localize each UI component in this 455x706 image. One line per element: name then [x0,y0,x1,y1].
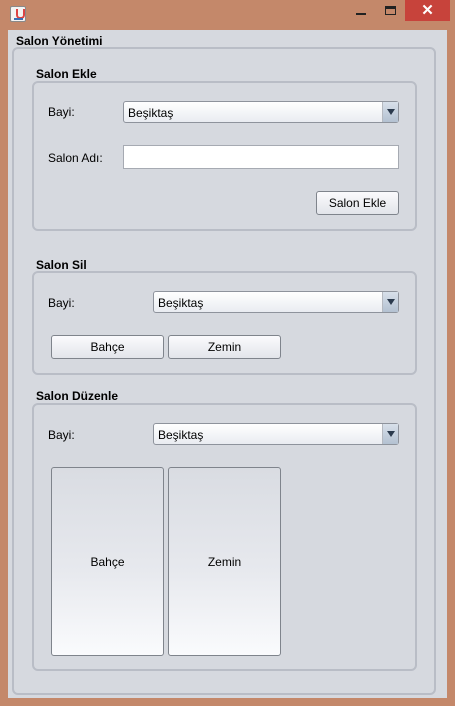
java-app-icon [10,6,26,22]
salon-sil-bahce-label: Bahçe [90,340,125,354]
salon-ekle-bayi-value: Beşiktaş [128,106,174,120]
salon-duzenle-bayi-combo[interactable]: Beşiktaş [153,423,399,445]
salon-sil-group [32,271,417,375]
salon-adi-label: Salon Adı: [48,151,103,165]
minimize-button[interactable] [348,0,374,21]
salon-sil-bayi-label: Bayi: [48,296,75,310]
salon-duzenle-bahce-button[interactable]: Bahçe [51,467,164,656]
minimize-icon [356,13,366,15]
salon-ekle-bayi-label: Bayi: [48,105,75,119]
chevron-down-icon[interactable] [382,424,398,444]
close-button[interactable]: ✕ [405,0,450,21]
chevron-down-icon[interactable] [382,292,398,312]
salon-sil-bahce-button[interactable]: Bahçe [51,335,164,359]
group-title-salon-duzenle: Salon Düzenle [36,389,119,403]
salon-duzenle-zemin-label: Zemin [207,554,242,569]
maximize-button[interactable] [377,0,403,21]
group-title-salon-sil: Salon Sil [36,258,87,272]
chevron-down-icon[interactable] [382,102,398,122]
salon-adi-input[interactable] [123,145,399,169]
salon-sil-bayi-value: Beşiktaş [158,296,204,310]
salon-duzenle-zemin-button[interactable]: Zemin [168,467,281,656]
salon-duzenle-bahce-label: Bahçe [90,554,125,569]
close-icon: ✕ [421,2,434,19]
salon-ekle-bayi-combo[interactable]: Beşiktaş [123,101,399,123]
group-title-salon-ekle: Salon Ekle [36,67,97,81]
salon-sil-bayi-combo[interactable]: Beşiktaş [153,291,399,313]
salon-duzenle-bayi-value: Beşiktaş [158,428,204,442]
panel-title-salon-yonetimi: Salon Yönetimi [16,34,103,48]
maximize-icon [385,6,396,15]
salon-sil-zemin-button[interactable]: Zemin [168,335,281,359]
salon-sil-zemin-label: Zemin [207,340,242,354]
salon-ekle-button[interactable]: Salon Ekle [316,191,399,215]
salon-ekle-button-label: Salon Ekle [328,196,387,210]
salon-duzenle-bayi-label: Bayi: [48,428,75,442]
